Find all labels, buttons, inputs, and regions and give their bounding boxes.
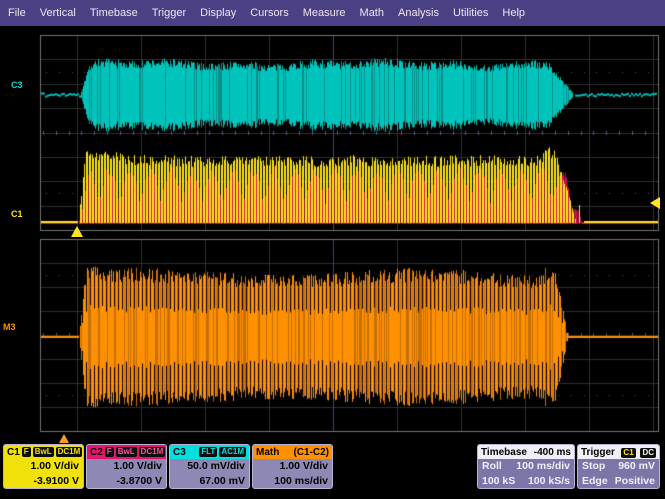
timebase-title: Timebase <box>481 447 527 458</box>
c3-title: C3 <box>173 447 186 458</box>
c1-bwl-badge: BwL <box>33 447 54 457</box>
math-timebase: 100 ms/div <box>253 474 332 489</box>
c2-filter-badge: F <box>105 447 114 457</box>
trigger-level: 960 mV <box>618 459 655 474</box>
trigger-time-marker-icon[interactable] <box>71 226 83 237</box>
trigger-type: Edge <box>582 474 608 489</box>
c1-trace-label: C1 <box>11 209 23 219</box>
c3-scale: 50.0 mV/div <box>170 459 249 474</box>
c1-descriptor[interactable]: C1 F BwL DC1M 1.00 V/div -3.9100 V <box>3 444 84 489</box>
menu-bar: File Vertical Timebase Trigger Display C… <box>0 0 665 28</box>
menu-item-help[interactable]: Help <box>496 7 531 19</box>
c1-coupling-badge: DC1M <box>56 447 83 457</box>
timebase-mode: Roll <box>482 459 502 474</box>
c1-offset: -3.9100 V <box>4 474 83 489</box>
menu-item-file[interactable]: File <box>2 7 32 19</box>
c2-descriptor[interactable]: C2 F BwL DC1M 1.00 V/div -3.8700 V <box>86 444 167 489</box>
math-trace-label: M3 <box>3 322 16 332</box>
menu-item-timebase[interactable]: Timebase <box>84 7 144 19</box>
timebase-delay: -400 ms <box>534 447 571 458</box>
c3-coupling-badge: AC1M <box>219 447 246 457</box>
c2-offset: -3.8700 V <box>87 474 166 489</box>
menu-item-measure[interactable]: Measure <box>297 7 352 19</box>
math-descriptor[interactable]: Math (C1-C2) 1.00 V/div 100 ms/div <box>252 444 333 489</box>
c3-filter-badge: FLT <box>199 447 217 457</box>
menu-item-cursors[interactable]: Cursors <box>244 7 295 19</box>
c2-title: C2 <box>90 447 103 458</box>
timebase-per-div: 100 ms/div <box>516 459 570 474</box>
trigger-position-marker-icon[interactable] <box>59 434 69 443</box>
c2-scale: 1.00 V/div <box>87 459 166 474</box>
trigger-slope: Positive <box>615 474 655 489</box>
menu-item-display[interactable]: Display <box>194 7 242 19</box>
menu-item-vertical[interactable]: Vertical <box>34 7 82 19</box>
trigger-box[interactable]: Trigger C1 DC Stop 960 mV Edge Positive <box>577 444 660 489</box>
trigger-level-marker-icon[interactable] <box>650 197 660 209</box>
timebase-rate: 100 kS/s <box>528 474 570 489</box>
math-title: Math <box>256 447 279 458</box>
c1-scale: 1.00 V/div <box>4 459 83 474</box>
trigger-mode: Stop <box>582 459 605 474</box>
trigger-title: Trigger <box>581 447 615 458</box>
c3-descriptor[interactable]: C3 FLT AC1M 50.0 mV/div 67.00 mV <box>169 444 250 489</box>
timebase-samples: 100 kS <box>482 474 515 489</box>
math-formula: (C1-C2) <box>293 447 329 458</box>
menu-item-utilities[interactable]: Utilities <box>447 7 494 19</box>
timebase-box[interactable]: Timebase -400 ms Roll 100 ms/div 100 kS … <box>477 444 575 489</box>
math-scale: 1.00 V/div <box>253 459 332 474</box>
menu-item-trigger[interactable]: Trigger <box>146 7 192 19</box>
status-bar: C1 F BwL DC1M 1.00 V/div -3.9100 V C2 F … <box>0 443 665 499</box>
menu-item-math[interactable]: Math <box>354 7 390 19</box>
c3-offset: 67.00 mV <box>170 474 249 489</box>
c1-filter-badge: F <box>22 447 31 457</box>
waveform-display[interactable] <box>0 0 665 499</box>
c2-bwl-badge: BwL <box>116 447 137 457</box>
trigger-source-badge: C1 <box>621 448 635 458</box>
c2-coupling-badge: DC1M <box>139 447 166 457</box>
c1-title: C1 <box>7 447 20 458</box>
menu-item-analysis[interactable]: Analysis <box>392 7 445 19</box>
trigger-coupling-badge: DC <box>640 448 656 458</box>
c3-trace-label: C3 <box>11 80 23 90</box>
